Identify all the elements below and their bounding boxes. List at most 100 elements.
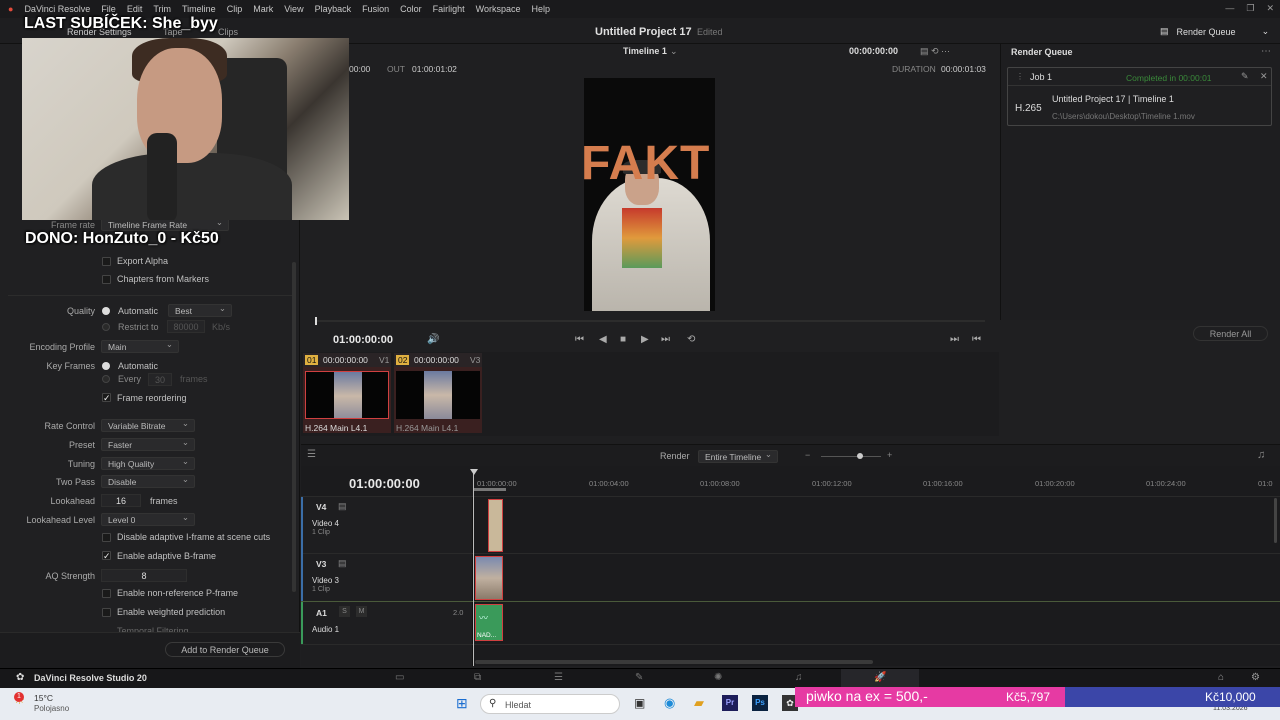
timeline-chevron-icon[interactable]: ⌄: [670, 46, 678, 57]
menu-color[interactable]: Color: [400, 4, 422, 14]
home-icon[interactable]: ⌂: [1218, 672, 1224, 683]
menu-trim[interactable]: Trim: [153, 4, 171, 14]
quality-dropdown[interactable]: Best: [168, 303, 232, 317]
menu-file[interactable]: File: [101, 4, 116, 14]
task-view-icon[interactable]: ▣: [634, 696, 645, 710]
loop-icon[interactable]: ⟲: [687, 334, 695, 345]
video-viewer[interactable]: FAKT: [584, 78, 715, 311]
more-options-icon[interactable]: ⋯: [1261, 46, 1271, 57]
go-to-end-icon[interactable]: ⏭: [661, 334, 670, 345]
fusion-page-icon[interactable]: ✎: [635, 672, 643, 683]
render-range-dropdown[interactable]: Entire Timeline: [698, 449, 778, 463]
key-frames-every-input[interactable]: 30: [148, 373, 172, 386]
menu-fusion[interactable]: Fusion: [362, 4, 389, 14]
menu-help[interactable]: Help: [532, 4, 551, 14]
viewer-scrubber[interactable]: [315, 320, 985, 322]
zoom-out-icon[interactable]: −: [805, 450, 810, 460]
disable-adaptive-i-checkbox[interactable]: [102, 533, 111, 542]
edit-page-icon[interactable]: ☰: [554, 672, 563, 683]
scrubber-playhead[interactable]: [315, 317, 317, 325]
menu-playback[interactable]: Playback: [315, 4, 352, 14]
play-icon[interactable]: ▶: [641, 334, 649, 345]
timeline-playhead[interactable]: [473, 470, 474, 666]
track-film-icon[interactable]: ▤: [338, 501, 347, 512]
stop-icon[interactable]: ■: [620, 334, 626, 345]
enable-non-ref-checkbox[interactable]: [102, 589, 111, 598]
menu-workspace[interactable]: Workspace: [476, 4, 521, 14]
lookahead-input[interactable]: 16: [101, 494, 141, 507]
clip-thumbnail[interactable]: 02 00:00:00:00 V3 H.264 Main L4.1: [394, 353, 482, 433]
rate-control-dropdown[interactable]: Variable Bitrate: [101, 418, 195, 432]
timeline-clip-v3[interactable]: [475, 556, 503, 600]
menu-timeline[interactable]: Timeline: [182, 4, 216, 14]
clips-tab[interactable]: Clips: [218, 27, 238, 37]
photoshop-icon[interactable]: Ps: [752, 695, 768, 711]
next-frame-icon[interactable]: ⏭: [950, 334, 959, 345]
edit-job-icon[interactable]: ✎: [1241, 71, 1249, 82]
lookahead-level-dropdown[interactable]: Level 0: [101, 512, 195, 526]
frame-reordering-checkbox[interactable]: ✓: [102, 393, 111, 403]
timeline-h-scrollbar[interactable]: [475, 660, 873, 664]
quality-auto-radio[interactable]: [102, 307, 110, 315]
cut-page-icon[interactable]: ⧉: [474, 672, 481, 683]
fairlight-page-icon[interactable]: ♫: [795, 672, 803, 683]
encoding-profile-dropdown[interactable]: Main: [101, 339, 179, 353]
edge-icon[interactable]: ◉: [664, 695, 675, 711]
volume-icon[interactable]: 🔊: [427, 334, 439, 345]
render-job[interactable]: ⋮ Job 1 Completed in 00:00:01 ✎ ✕ H.265 …: [1007, 67, 1272, 126]
zoom-slider[interactable]: [821, 456, 881, 457]
menu-clip[interactable]: Clip: [227, 4, 243, 14]
menu-edit[interactable]: Edit: [127, 4, 143, 14]
settings-gear-icon[interactable]: ⚙: [1251, 672, 1260, 683]
color-page-icon[interactable]: ✺: [714, 672, 722, 683]
viewer-options-icon[interactable]: ▤ ⟲ ⋯: [920, 46, 950, 57]
timeline-clip-v4[interactable]: [488, 499, 503, 552]
prev-frame-icon[interactable]: ⏮: [972, 334, 981, 345]
premiere-icon[interactable]: Pr: [722, 695, 738, 711]
render-queue-toggle[interactable]: ▤ Render Queue ⌄: [1160, 26, 1269, 37]
aq-strength-input[interactable]: 8: [101, 569, 187, 582]
close-icon[interactable]: ✕: [1266, 3, 1274, 14]
menu-view[interactable]: View: [284, 4, 303, 14]
add-to-render-queue-button[interactable]: Add to Render Queue: [165, 642, 285, 657]
render-all-button[interactable]: Render All: [1193, 326, 1268, 341]
export-alpha-checkbox[interactable]: [102, 257, 111, 266]
drag-handle-icon[interactable]: ⋮: [1016, 72, 1024, 81]
enable-adaptive-b-checkbox[interactable]: ✓: [102, 551, 111, 561]
menu-app[interactable]: DaVinci Resolve: [24, 4, 90, 14]
two-pass-dropdown[interactable]: Disable: [101, 474, 195, 488]
timeline-v-scrollbar[interactable]: [1274, 498, 1277, 543]
media-page-icon[interactable]: ▭: [395, 672, 404, 683]
delete-job-icon[interactable]: ✕: [1260, 71, 1268, 82]
mute-button[interactable]: M: [356, 606, 367, 617]
clip-thumbnail[interactable]: 01 00:00:00:00 V1 H.264 Main L4.1: [303, 353, 391, 433]
menu-mark[interactable]: Mark: [253, 4, 273, 14]
timeline-view-icon[interactable]: ☰: [307, 449, 316, 460]
explorer-icon[interactable]: ▰: [694, 695, 704, 711]
taskbar-search[interactable]: ⚲ Hledat: [480, 694, 620, 714]
solo-button[interactable]: S: [339, 606, 350, 617]
zoom-slider-handle[interactable]: [857, 453, 863, 459]
tuning-dropdown[interactable]: High Quality: [101, 456, 195, 470]
zoom-in-icon[interactable]: +: [887, 450, 892, 460]
deliver-page-icon[interactable]: 🚀: [874, 672, 886, 683]
key-frames-auto-radio[interactable]: [102, 362, 110, 370]
track-film-icon[interactable]: ▤: [338, 558, 347, 569]
restrict-input[interactable]: 80000: [167, 320, 205, 333]
timeline-name[interactable]: Timeline 1: [623, 46, 667, 56]
left-panel-scrollbar[interactable]: [292, 262, 296, 592]
restrict-radio[interactable]: [102, 323, 110, 331]
collapse-icon[interactable]: ⌄: [1262, 26, 1270, 37]
menu-fairlight[interactable]: Fairlight: [433, 4, 465, 14]
play-reverse-icon[interactable]: ◀: [599, 334, 607, 345]
preset-dropdown[interactable]: Faster: [101, 437, 195, 451]
timeline-clip-a1[interactable]: 〰 NAD...: [475, 604, 503, 641]
minimize-icon[interactable]: —: [1225, 3, 1234, 14]
maximize-icon[interactable]: ❐: [1246, 3, 1254, 14]
key-frames-every-radio[interactable]: [102, 375, 110, 383]
audio-meter-icon[interactable]: ♫: [1257, 449, 1265, 461]
go-to-start-icon[interactable]: ⏮: [575, 334, 584, 345]
enable-weighted-checkbox[interactable]: [102, 608, 111, 617]
windows-start-icon[interactable]: ⊞: [456, 695, 468, 712]
chapters-checkbox[interactable]: [102, 275, 111, 284]
